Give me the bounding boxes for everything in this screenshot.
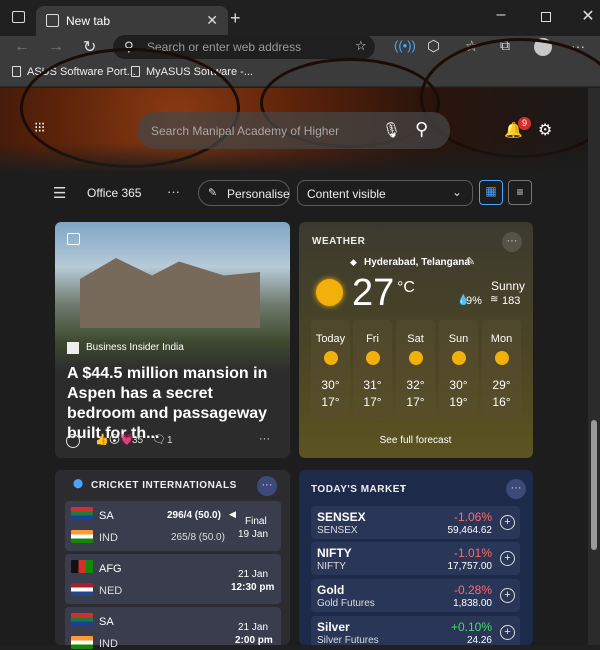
menu-icon[interactable]: ☰	[53, 184, 66, 202]
india-flag-icon	[71, 530, 93, 543]
partly-sunny-icon	[311, 351, 350, 368]
add-to-watchlist-icon[interactable]: +	[500, 551, 515, 566]
apps-launcher-icon[interactable]: ⁝⁝⁝	[34, 120, 45, 134]
tab-new-tab[interactable]: New tab ✕	[36, 6, 228, 36]
winner-indicator-icon: ◀	[229, 509, 236, 519]
air-quality-icon: ≋	[490, 294, 499, 305]
market-more-button[interactable]: ···	[506, 479, 526, 499]
south-africa-flag-icon	[71, 507, 93, 520]
news-more-button[interactable]: ···	[259, 433, 270, 445]
microphone-icon[interactable]: 🎙	[382, 121, 401, 139]
reactions-emoji-icon: 👍😮💗	[95, 434, 134, 446]
page-settings-icon[interactable]: ⚙	[538, 120, 552, 140]
forward-icon[interactable]: →	[48, 38, 64, 56]
office-365-link[interactable]: Office 365	[87, 186, 141, 200]
forecast-day[interactable]: Fri 31° 17°	[353, 320, 392, 420]
precipitation: 9%	[466, 295, 482, 307]
forecast-day[interactable]: Sat 32° 17°	[396, 320, 435, 420]
india-flag-icon	[71, 636, 93, 649]
source-logo	[67, 342, 79, 354]
extension-wifi-icon[interactable]: ((•))	[394, 38, 416, 53]
weather-more-button[interactable]: ···	[502, 232, 522, 252]
market-row[interactable]: NIFTY NIFTY -1.01% 17,757.00 +	[311, 542, 520, 575]
comment-count: 1	[167, 435, 173, 446]
add-to-watchlist-icon[interactable]: +	[500, 625, 515, 640]
sunny-icon	[482, 351, 521, 368]
back-icon[interactable]: ←	[14, 38, 30, 56]
south-africa-flag-icon	[71, 613, 93, 626]
chevron-right-icon[interactable]: ›	[401, 481, 405, 495]
news-source: Business Insider India	[86, 342, 184, 353]
scrollbar[interactable]	[588, 88, 600, 645]
reaction-count: 35	[132, 435, 144, 446]
market-title[interactable]: TODAY'S MARKET	[311, 484, 407, 495]
market-row[interactable]: Gold Gold Futures -0.28% 1,838.00 +	[311, 579, 520, 612]
search-icon[interactable]: ⚲	[415, 119, 428, 140]
image-gallery-icon	[67, 233, 80, 245]
add-to-watchlist-icon[interactable]: +	[500, 588, 515, 603]
sunny-icon	[396, 351, 435, 368]
forecast-day[interactable]: Mon 29° 16°	[482, 320, 521, 420]
weather-title: WEATHER	[312, 236, 366, 247]
afghanistan-flag-icon	[71, 560, 93, 573]
add-to-watchlist-icon[interactable]: +	[500, 515, 515, 530]
air-quality: 183	[502, 295, 521, 307]
full-forecast-link[interactable]: See full forecast	[311, 430, 520, 452]
forecast-day[interactable]: Today 30° 17°	[311, 320, 350, 420]
current-temperature: 27	[352, 272, 395, 314]
sunny-icon	[353, 351, 392, 368]
forecast-day[interactable]: Sun 30° 19°	[439, 320, 478, 420]
grid-layout-button[interactable]: ▦	[479, 180, 503, 205]
market-row[interactable]: Silver Silver Futures +0.10% 24.26 +	[311, 616, 520, 646]
cricket-more-button[interactable]: ···	[257, 476, 277, 496]
match-row[interactable]: AFG NED 21 Jan 12:30 pm	[65, 554, 281, 604]
cricket-icon: ⬤	[73, 478, 84, 488]
minimize-button[interactable]: –	[488, 6, 514, 24]
chevron-down-icon: ⌄	[452, 185, 463, 199]
page-icon	[12, 66, 21, 77]
close-window-button[interactable]: ✕	[575, 6, 600, 26]
tab-actions-icon[interactable]	[12, 11, 25, 23]
search-placeholder: Search Manipal Academy of Higher	[151, 124, 340, 138]
content-visibility-select[interactable]: Content visible ⌄	[297, 180, 473, 206]
close-tab-icon[interactable]: ✕	[206, 12, 218, 29]
sunny-icon	[439, 351, 478, 368]
web-search-box[interactable]: Search Manipal Academy of Higher 🎙 ⚲	[137, 112, 450, 149]
match-row[interactable]: SA IND 21 Jan 2:00 pm	[65, 607, 281, 650]
tab-favicon-icon	[46, 14, 59, 27]
sunny-icon	[316, 279, 343, 306]
comment-icon[interactable]: 🗨	[152, 433, 166, 446]
new-tab-button[interactable]: +	[230, 8, 241, 29]
add-reaction-icon[interactable]	[66, 434, 80, 448]
notification-badge: 9	[518, 117, 531, 130]
match-row[interactable]: SA IND 296/4 (50.0) ◀ 265/8 (50.0) Final…	[65, 501, 281, 551]
netherlands-flag-icon	[71, 583, 93, 596]
weather-location[interactable]: Hyderabad, Telangana	[364, 257, 470, 268]
cricket-title: CRICKET INTERNATIONALS	[91, 480, 237, 491]
scrollbar-thumb[interactable]	[591, 420, 597, 550]
location-pin-icon: ◆	[350, 257, 357, 267]
weather-condition: Sunny	[491, 279, 526, 293]
edit-location-icon[interactable]: ✎	[466, 255, 475, 268]
pencil-icon: ✎	[208, 187, 218, 199]
extensions-icon[interactable]: ⬡	[427, 37, 440, 55]
temperature-unit: °C	[397, 279, 415, 296]
market-row[interactable]: SENSEX SENSEX -1.06% 59,464.62 +	[311, 506, 520, 539]
favorite-star-icon[interactable]: ☆	[355, 38, 367, 54]
tab-title: New tab	[66, 14, 111, 28]
maximize-button[interactable]	[533, 9, 559, 27]
news-headline[interactable]: A $44.5 million mansion in Aspen has a s…	[67, 364, 281, 444]
list-layout-button[interactable]: ≡	[508, 180, 532, 205]
feed-more-button[interactable]: ···	[167, 184, 180, 199]
personalise-button[interactable]: ✎ Personalise	[198, 180, 290, 206]
